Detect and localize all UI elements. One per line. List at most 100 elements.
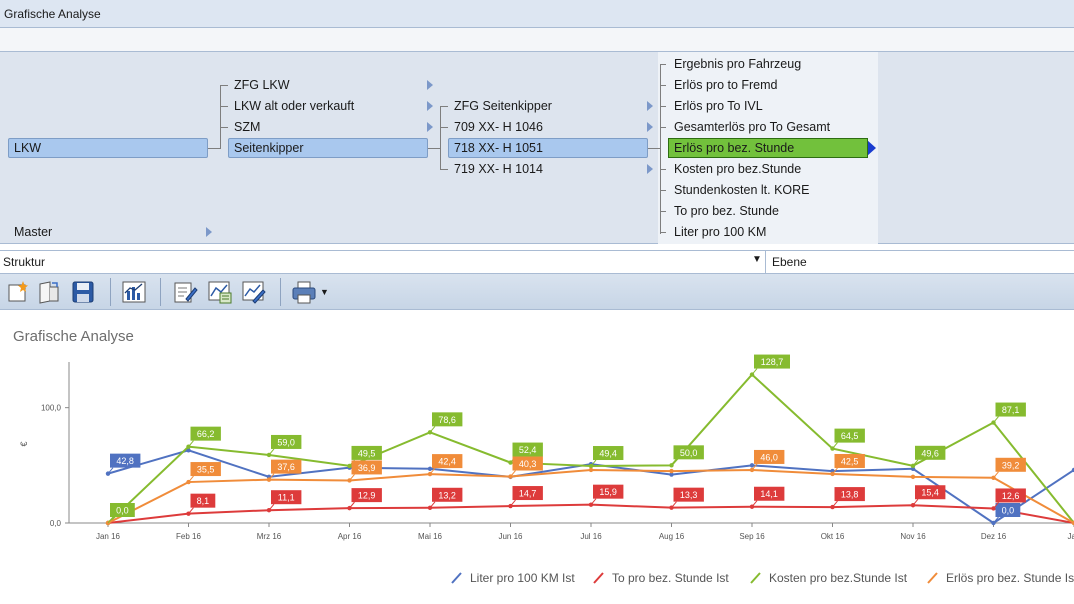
tree-connector xyxy=(208,148,220,149)
tree-node-level1[interactable]: LKW alt oder verkauft xyxy=(234,96,354,116)
x-tick-label: Okt 16 xyxy=(821,532,845,541)
expand-arrow-icon[interactable] xyxy=(427,101,433,111)
tree-node-level2-selected[interactable]: 718 XX- H 1051 xyxy=(448,138,648,158)
data-label: 49,6 xyxy=(921,448,939,458)
data-label-leader xyxy=(671,459,677,466)
data-label: 13,3 xyxy=(680,490,698,500)
expand-arrow-icon[interactable] xyxy=(647,122,653,132)
toolbar: ▼ xyxy=(0,274,1074,310)
legend-marker xyxy=(593,572,604,584)
save-icon[interactable] xyxy=(70,279,96,305)
x-tick-label: Mai 16 xyxy=(418,532,443,541)
tree-node-level3[interactable]: Ergebnis pro Fahrzeug xyxy=(674,54,801,74)
edit-icon[interactable] xyxy=(172,279,198,305)
tree-node-level3[interactable]: Liter pro 100 KM xyxy=(674,222,766,242)
tree-connector xyxy=(220,85,221,149)
data-label: 78,6 xyxy=(438,415,456,425)
data-label: 42,8 xyxy=(116,456,134,466)
new-icon[interactable] xyxy=(4,279,30,305)
legend-marker xyxy=(927,572,938,584)
x-tick-label: Jul 16 xyxy=(580,532,602,541)
legend-label: Erlös pro bez. Stunde Ist xyxy=(946,571,1074,585)
tree-node-level3-selected[interactable]: Erlös pro bez. Stunde xyxy=(668,138,868,158)
copy-icon[interactable] xyxy=(36,279,62,305)
print-icon[interactable] xyxy=(291,279,317,305)
tree-node-level3[interactable]: Kosten pro bez.Stunde xyxy=(674,159,801,179)
tree-node-level1-selected[interactable]: Seitenkipper xyxy=(228,138,428,158)
data-label: 64,5 xyxy=(841,431,859,441)
tree-connector xyxy=(648,148,660,149)
tree-node-level2[interactable]: 719 XX- H 1014 xyxy=(454,159,543,179)
chart-edit-icon[interactable] xyxy=(241,279,267,305)
data-label: 8,1 xyxy=(197,496,210,506)
data-label: 46,0 xyxy=(760,452,778,462)
data-label: 14,1 xyxy=(760,489,778,499)
data-point xyxy=(749,463,755,468)
expand-arrow-icon[interactable] xyxy=(647,164,653,174)
legend-label: Liter pro 100 KM Ist xyxy=(470,571,575,585)
toolbar-separator xyxy=(110,278,111,306)
data-label: 0,0 xyxy=(1002,506,1015,516)
struktur-select[interactable]: Struktur ▼ xyxy=(0,251,766,273)
data-label: 37,6 xyxy=(277,462,295,472)
data-point xyxy=(910,474,916,480)
tree-node-master[interactable]: Master xyxy=(14,222,52,242)
expand-arrow-icon[interactable] xyxy=(647,101,653,111)
data-label: 66,2 xyxy=(197,429,215,439)
tree-node-level2[interactable]: 709 XX- H 1046 xyxy=(454,117,543,137)
chart-icon[interactable] xyxy=(121,279,147,305)
ebene-label: Ebene xyxy=(772,255,807,269)
struktur-bar: Struktur ▼ Ebene xyxy=(0,250,1074,274)
expand-arrow-icon[interactable] xyxy=(427,122,433,132)
tree-node-level3[interactable]: To pro bez. Stunde xyxy=(674,201,779,221)
tree-connector xyxy=(440,127,448,128)
tree-node-level1[interactable]: ZFG LKW xyxy=(234,75,290,95)
data-label: 49,4 xyxy=(599,449,617,459)
tree-connector xyxy=(220,85,228,86)
tree-connector xyxy=(440,106,448,107)
tree-node-level2[interactable]: ZFG Seitenkipper xyxy=(454,96,552,116)
legend-label: To pro bez. Stunde Ist xyxy=(612,571,729,585)
chart-export-icon[interactable] xyxy=(207,279,233,305)
data-label: 15,4 xyxy=(921,488,939,498)
data-label-leader xyxy=(188,440,194,447)
tree-connector xyxy=(660,211,666,212)
selected-arrow-icon xyxy=(867,140,876,156)
tree-connector xyxy=(440,106,441,170)
data-label: 35,5 xyxy=(197,465,215,475)
x-tick-label: Nov 16 xyxy=(900,532,926,541)
x-tick-label: Dez 16 xyxy=(981,532,1007,541)
expand-arrow-icon[interactable] xyxy=(206,227,212,237)
data-label: 42,5 xyxy=(841,456,859,466)
data-label: 15,9 xyxy=(599,487,617,497)
tree-connector xyxy=(220,106,228,107)
tree-connector xyxy=(428,148,440,149)
tree-node-root[interactable]: LKW xyxy=(8,138,208,158)
tree-node-level3[interactable]: Gesamterlös pro To Gesamt xyxy=(674,117,830,137)
tree-connector xyxy=(660,127,666,128)
data-point xyxy=(669,468,674,474)
print-dropdown-icon[interactable]: ▼ xyxy=(320,287,329,297)
line-chart: 0,0 100,0 € Jan 16 Feb 16 Mrz 16 Apr 16 Mai 16 J… xyxy=(19,354,1074,585)
data-label-leader xyxy=(429,426,436,433)
expand-arrow-icon[interactable] xyxy=(427,80,433,90)
tree-node-level3[interactable]: Erlös pro To IVL xyxy=(674,96,763,116)
data-label: 39,2 xyxy=(1002,460,1020,470)
tree-connector xyxy=(660,169,666,170)
tree-node-level3[interactable]: Erlös pro to Fremd xyxy=(674,75,778,95)
data-label: 11,1 xyxy=(278,493,295,503)
data-label: 13,2 xyxy=(438,490,456,500)
tree-node-level1[interactable]: SZM xyxy=(234,117,260,137)
tree-connector xyxy=(660,64,661,234)
tree-node-level3[interactable]: Stundenkosten lt. KORE xyxy=(674,180,810,200)
legend-label: Kosten pro bez.Stunde Ist xyxy=(769,571,908,585)
blank-bar xyxy=(0,28,1074,52)
data-label: 12,9 xyxy=(358,491,376,501)
data-label-leader xyxy=(993,471,999,479)
tree-connector xyxy=(660,232,666,233)
toolbar-separator xyxy=(280,278,281,306)
x-tick-label: Jan xyxy=(1068,532,1074,541)
chevron-down-icon[interactable]: ▼ xyxy=(752,254,762,265)
x-tick-label: Jan 16 xyxy=(96,532,121,541)
x-tick-label: Jun 16 xyxy=(498,532,523,541)
